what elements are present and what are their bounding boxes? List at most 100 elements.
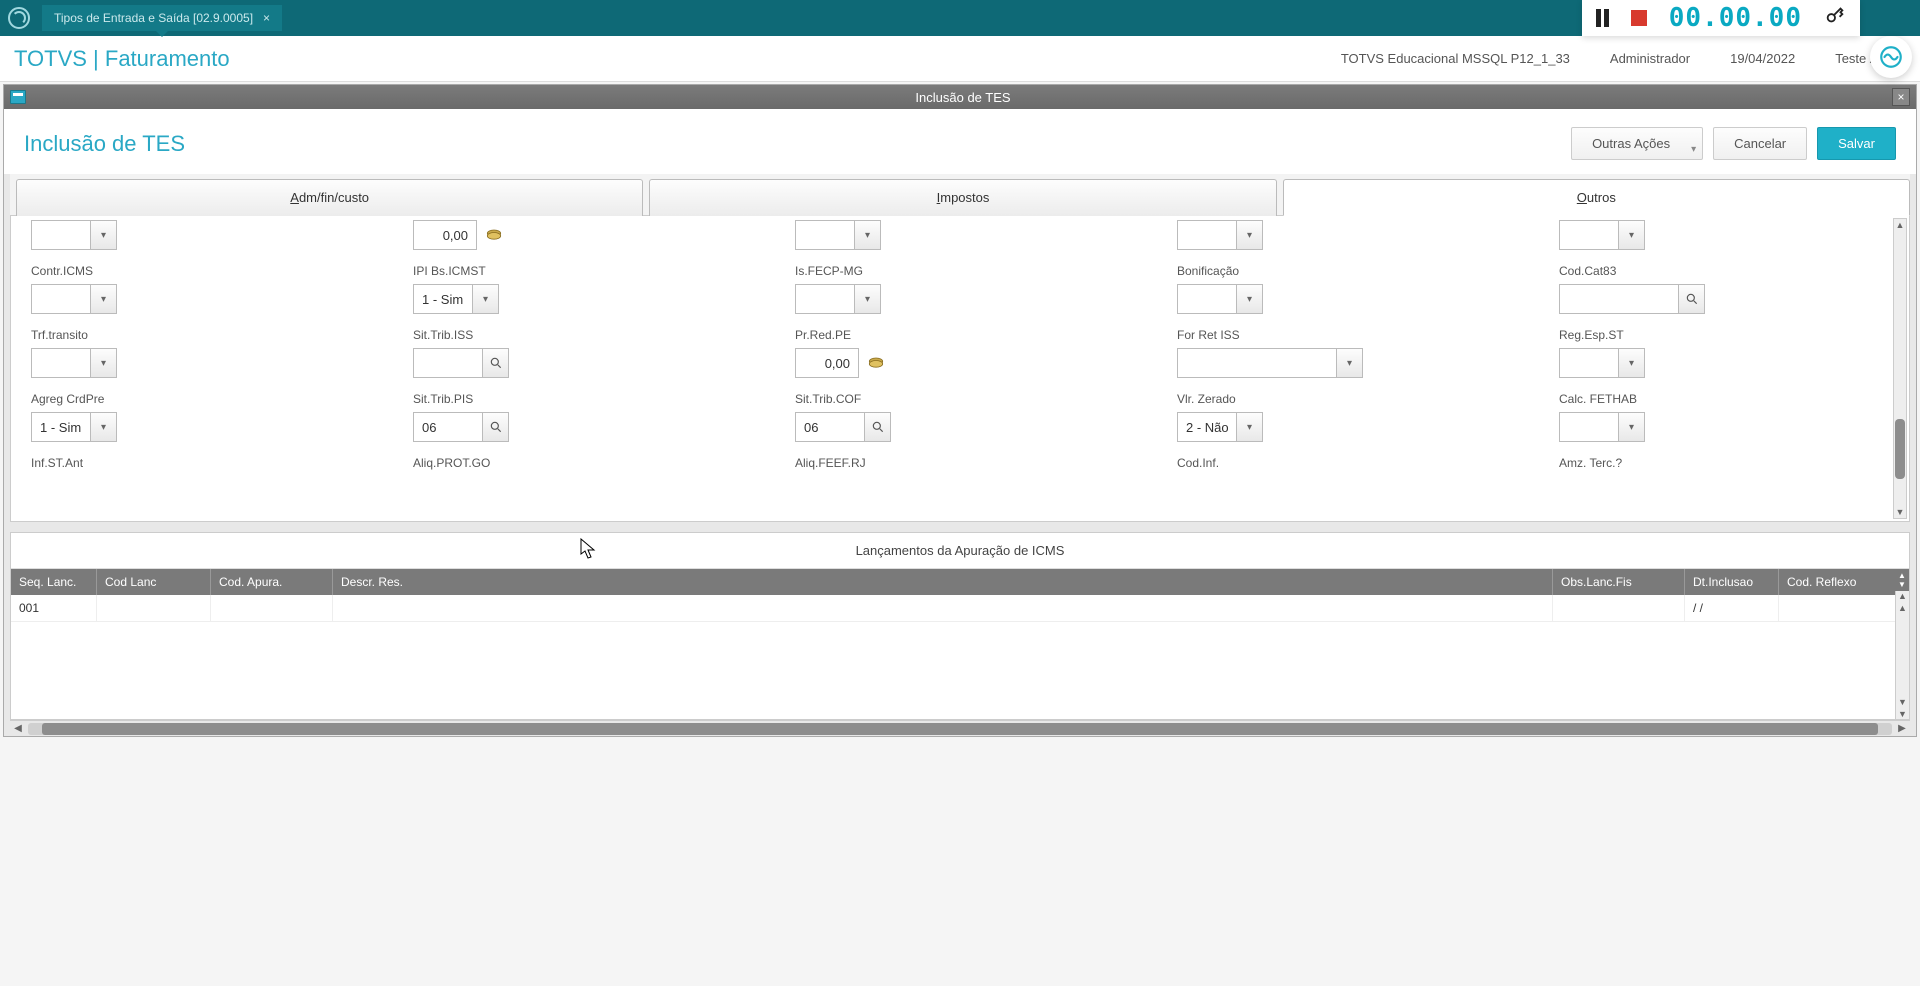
col-codapura[interactable]: Cod. Apura. bbox=[211, 569, 333, 595]
stop-icon[interactable] bbox=[1631, 10, 1647, 26]
chevron-down-icon[interactable] bbox=[1237, 284, 1263, 314]
search-icon[interactable] bbox=[483, 412, 509, 442]
col-obs[interactable]: Obs.Lanc.Fis bbox=[1553, 569, 1685, 595]
chevron-down-icon[interactable] bbox=[1619, 412, 1645, 442]
label-agreg: Agreg CrdPre bbox=[31, 392, 373, 406]
col-codlanc[interactable]: Cod Lanc bbox=[97, 569, 211, 595]
label-reg-esp-st: Reg.Esp.ST bbox=[1559, 328, 1901, 342]
tab-strip: Adm/fin/custo Impostos Outros bbox=[10, 174, 1910, 216]
chevron-down-icon[interactable] bbox=[91, 284, 117, 314]
grid-section: Lançamentos da Apuração de ICMS Seq. Lan… bbox=[10, 532, 1910, 720]
form-panel: Contr.ICMS IPI Bs.ICMST Is.FECP-MG Bonif… bbox=[10, 216, 1910, 522]
ipi-bs-select[interactable] bbox=[413, 284, 755, 314]
label-calc-fethab: Calc. FETHAB bbox=[1559, 392, 1901, 406]
col-dt[interactable]: Dt.Inclusao bbox=[1685, 569, 1779, 595]
grid-header-buttons[interactable]: ▲▼ bbox=[1895, 569, 1909, 591]
other-actions-button[interactable]: Outras Ações bbox=[1571, 127, 1703, 160]
label-trf-trans: Trf.transito bbox=[31, 328, 373, 342]
search-icon[interactable] bbox=[865, 412, 891, 442]
hscroll-thumb[interactable] bbox=[42, 723, 1878, 735]
form-scrollbar[interactable]: ▲ ▼ bbox=[1893, 218, 1907, 519]
table-row[interactable]: 001 / / bbox=[11, 595, 1909, 622]
chevron-down-icon[interactable] bbox=[1337, 348, 1363, 378]
dialog-title: Inclusão de TES bbox=[34, 90, 1892, 105]
tab-adm[interactable]: Adm/fin/custo bbox=[16, 179, 643, 216]
window-icon bbox=[10, 90, 26, 104]
chevron-down-icon[interactable] bbox=[855, 220, 881, 250]
page-title: Inclusão de TES bbox=[24, 131, 185, 157]
label-for-ret-iss: For Ret ISS bbox=[1177, 328, 1519, 342]
cod-cat83-lookup[interactable] bbox=[1559, 284, 1901, 314]
for-ret-iss-select[interactable] bbox=[1177, 348, 1519, 378]
window-close-button[interactable]: × bbox=[1892, 88, 1910, 106]
recorder-widget: 00.00.00 bbox=[1582, 0, 1860, 36]
chevron-down-icon[interactable] bbox=[91, 412, 117, 442]
assistant-fab[interactable] bbox=[1870, 36, 1912, 78]
app-tab[interactable]: Tipos de Entrada e Saída [02.9.0005] × bbox=[42, 5, 282, 31]
close-icon[interactable]: × bbox=[263, 11, 270, 25]
field-top-1[interactable] bbox=[31, 220, 373, 250]
label-cod-cat83: Cod.Cat83 bbox=[1559, 264, 1901, 278]
chevron-down-icon[interactable] bbox=[1237, 220, 1263, 250]
env-label: TOTVS Educacional MSSQL P12_1_33 bbox=[1341, 51, 1570, 66]
chevron-down-icon[interactable] bbox=[1237, 412, 1263, 442]
chevron-down-icon[interactable] bbox=[91, 348, 117, 378]
page-header: Inclusão de TES Outras Ações Cancelar Sa… bbox=[4, 109, 1916, 174]
label-pr-red-pe: Pr.Red.PE bbox=[795, 328, 1137, 342]
chevron-down-icon[interactable] bbox=[855, 284, 881, 314]
key-icon[interactable] bbox=[1824, 4, 1846, 32]
user-label: Administrador bbox=[1610, 51, 1690, 66]
save-button[interactable]: Salvar bbox=[1817, 127, 1896, 160]
sit-pis-lookup[interactable] bbox=[413, 412, 755, 442]
field-top-3[interactable] bbox=[795, 220, 1137, 250]
sit-cof-lookup[interactable] bbox=[795, 412, 1137, 442]
bonif-select[interactable] bbox=[1177, 284, 1519, 314]
label-is-fecp: Is.FECP-MG bbox=[795, 264, 1137, 278]
search-icon[interactable] bbox=[483, 348, 509, 378]
label-sit-iss: Sit.Trib.ISS bbox=[413, 328, 755, 342]
label-sit-cof: Sit.Trib.COF bbox=[795, 392, 1137, 406]
vlr-zerado-select[interactable] bbox=[1177, 412, 1519, 442]
label-aliq-feef-rj: Aliq.FEEF.RJ bbox=[795, 456, 1137, 470]
chevron-down-icon[interactable] bbox=[1619, 220, 1645, 250]
dialog-window: Inclusão de TES × Inclusão de TES Outras… bbox=[3, 84, 1917, 737]
label-cod-inf: Cod.Inf. bbox=[1177, 456, 1519, 470]
tab-impostos[interactable]: Impostos bbox=[649, 179, 1276, 216]
trf-trans-select[interactable] bbox=[31, 348, 373, 378]
money-icon bbox=[865, 352, 887, 374]
col-seq[interactable]: Seq. Lanc. bbox=[11, 569, 97, 595]
label-amz-terc: Amz. Terc.? bbox=[1559, 456, 1901, 470]
reg-esp-st-select[interactable] bbox=[1559, 348, 1901, 378]
app-titlebar: Tipos de Entrada e Saída [02.9.0005] × 0… bbox=[0, 0, 1920, 36]
recorder-time: 00.00.00 bbox=[1669, 3, 1802, 33]
tab-outros[interactable]: Outros bbox=[1283, 179, 1910, 216]
cancel-button[interactable]: Cancelar bbox=[1713, 127, 1807, 160]
chevron-down-icon[interactable] bbox=[473, 284, 499, 314]
label-sit-pis: Sit.Trib.PIS bbox=[413, 392, 755, 406]
contr-icms-select[interactable] bbox=[31, 284, 373, 314]
scrollbar-thumb[interactable] bbox=[1895, 419, 1905, 479]
field-top-5[interactable] bbox=[1559, 220, 1901, 250]
col-reflexo[interactable]: Cod. Reflexo bbox=[1779, 569, 1909, 595]
search-icon[interactable] bbox=[1679, 284, 1705, 314]
field-top-4[interactable] bbox=[1177, 220, 1519, 250]
app-tab-label: Tipos de Entrada e Saída [02.9.0005] bbox=[54, 11, 253, 25]
module-title: TOTVS | Faturamento bbox=[14, 46, 230, 72]
field-top-num[interactable] bbox=[413, 220, 755, 250]
chevron-down-icon[interactable] bbox=[91, 220, 117, 250]
window-hscroll[interactable]: ◀ ▶ bbox=[10, 720, 1910, 736]
grid: Seq. Lanc. Cod Lanc Cod. Apura. Descr. R… bbox=[11, 569, 1909, 719]
pr-red-pe-input[interactable] bbox=[795, 348, 1137, 378]
pause-icon[interactable] bbox=[1596, 9, 1609, 27]
label-bonif: Bonificação bbox=[1177, 264, 1519, 278]
calc-fethab-select[interactable] bbox=[1559, 412, 1901, 442]
is-fecp-select[interactable] bbox=[795, 284, 1137, 314]
sit-iss-lookup[interactable] bbox=[413, 348, 755, 378]
label-aliq-prot-go: Aliq.PROT.GO bbox=[413, 456, 755, 470]
grid-header: Seq. Lanc. Cod Lanc Cod. Apura. Descr. R… bbox=[11, 569, 1909, 595]
grid-vscroll[interactable]: ▲▲ ▼▼ bbox=[1895, 591, 1909, 719]
chevron-down-icon[interactable] bbox=[1619, 348, 1645, 378]
agreg-select[interactable] bbox=[31, 412, 373, 442]
date-label: 19/04/2022 bbox=[1730, 51, 1795, 66]
col-descr[interactable]: Descr. Res. bbox=[333, 569, 1553, 595]
